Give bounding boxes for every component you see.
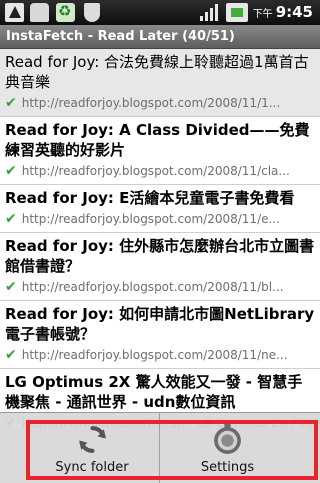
item-url-row: ✔ http://readforjoy.blogspot.com/2008/11/… [5, 162, 315, 180]
item-title: Read for Joy: 合法免費線上聆聽超過1萬首古典音樂 [5, 53, 309, 91]
item-title: Read for Joy: 如何申請北市圖NetLibrary電子書帳號？ [5, 305, 315, 343]
android-icon [30, 3, 49, 22]
sync-folder-label: Sync folder [55, 460, 129, 475]
app-title: InstaFetch - Read Later (40/51) [6, 29, 235, 44]
options-menu: Sync folder Settings [0, 412, 320, 483]
item-url-row: ✔ http://readforjoy.blogspot.com/2008/11/… [5, 210, 315, 228]
clock: 下午 9:45 [253, 3, 313, 21]
item-url: http://readforjoy.blogspot.com/2008/11/1… [21, 96, 281, 110]
item-url-row: ✔ http://readforjoy.blogspot.com/2008/11/… [5, 278, 315, 296]
app-title-bar: InstaFetch - Read Later (40/51) [0, 25, 320, 49]
warning-icon [5, 3, 24, 22]
check-icon: ✔ [5, 279, 17, 295]
item-url: http://readforjoy.blogspot.com/2008/11/n… [21, 348, 288, 362]
sync-icon [79, 426, 106, 453]
signal-icon [200, 4, 220, 21]
item-url-row: ✔ http://readforjoy.blogspot.com/2008/11/… [5, 346, 315, 364]
check-icon: ✔ [5, 347, 17, 363]
list-item[interactable]: Read for Joy: 住外縣市怎麼辦台北市立圖書館借書證？ ✔ http://… [0, 233, 320, 301]
settings-button[interactable]: Settings [160, 413, 295, 483]
list-item[interactable]: Read for Joy: E活繪本兒童電子書免費看 ✔ http://readfo… [0, 185, 320, 233]
item-url: http://readforjoy.blogspot.com/2008/11/e… [21, 212, 280, 226]
check-icon: ✔ [5, 163, 17, 179]
settings-label: Settings [200, 460, 255, 475]
item-title: Read for Joy: A Class Divided——免費練習英聽的好影… [5, 121, 310, 159]
item-url-row: ✔ http://readforjoy.blogspot.com/2008/11/… [5, 94, 315, 112]
item-url: http://readforjoy.blogspot.com/2008/11/c… [21, 164, 290, 178]
list-item[interactable]: Read for Joy: 合法免費線上聆聽超過1萬首古典音樂 ✔ http://r… [0, 49, 320, 117]
sync-folder-button[interactable]: Sync folder [25, 413, 160, 483]
check-icon: ✔ [5, 95, 17, 111]
list-item[interactable]: Read for Joy: A Class Divided——免費練習英聽的好影… [0, 117, 320, 185]
list-item[interactable]: Read for Joy: 如何申請北市圖NetLibrary電子書帳號？ ✔ ht… [0, 301, 320, 369]
item-url: http://readforjoy.blogspot.com/2008/11/b… [21, 280, 284, 294]
item-title: LG Optimus 2X 驚人效能又一發 - 智慧手機聚焦 - 通訊世界 - … [5, 373, 303, 411]
status-bar: 下午9:45 [0, 0, 320, 25]
item-title: Read for Joy: E活繪本兒童電子書免費看 [5, 189, 295, 207]
check-icon: ✔ [5, 211, 17, 227]
item-title: Read for Joy: 住外縣市怎麼辦台北市立圖書館借書證？ [5, 237, 315, 275]
clock-time: 9:45 [275, 3, 313, 21]
clock-ampm: 下午 [252, 9, 273, 20]
recycle-icon [56, 2, 75, 22]
shield-icon [84, 3, 100, 22]
settings-icon [214, 424, 241, 454]
battery-icon [226, 3, 248, 22]
